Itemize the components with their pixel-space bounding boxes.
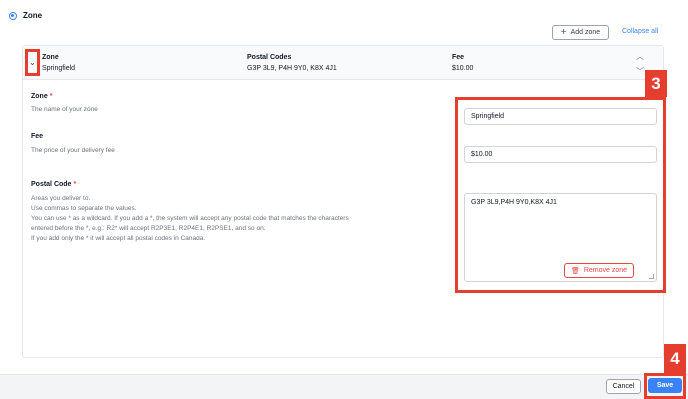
collapse-all-link[interactable]: Collapse all <box>622 28 658 35</box>
zone-column-value: Springfield <box>42 65 76 72</box>
add-zone-label: Add zone <box>570 29 601 36</box>
fee-column-value: $10.00 <box>452 65 474 72</box>
zone-field-label: Zone * <box>31 93 53 100</box>
move-up-icon[interactable]: ︿ <box>636 51 644 62</box>
chevron-down-icon: ⌄ <box>29 58 36 67</box>
required-mark: * <box>49 93 53 100</box>
radio-button[interactable] <box>9 11 17 20</box>
required-mark: * <box>73 181 77 188</box>
postal-codes-column-title: Postal Codes <box>247 54 292 61</box>
zone-column-title: Zone <box>42 54 59 61</box>
zone-field-help: The name of your zone <box>31 106 98 113</box>
fee-column-title: Fee <box>452 54 465 61</box>
save-button[interactable]: Save <box>648 378 682 393</box>
fee-field-help: The price of your delivery fee <box>31 147 115 154</box>
annotation-highlight-fields <box>455 97 666 293</box>
add-zone-button[interactable]: + Add zone <box>552 25 609 40</box>
zone-panel-header[interactable]: ⌄ Zone Springfield Postal Codes G3P 3L9,… <box>23 46 663 80</box>
expand-toggle[interactable]: ⌄ <box>25 49 40 76</box>
zone-radio-label: Zone <box>23 11 43 20</box>
annotation-badge-3: 3 <box>645 70 667 97</box>
postal-codes-column-value: G3P 3L9, P4H 9Y0, K8X 4J1 <box>247 65 337 72</box>
footer-bar <box>0 374 688 399</box>
postal-code-field-help: Areas you deliver to. Use commas to sepa… <box>31 195 349 242</box>
fee-field-label: Fee <box>31 133 44 140</box>
move-down-icon[interactable]: ﹀ <box>636 66 644 77</box>
annotation-badge-4: 4 <box>664 344 686 373</box>
plus-icon: + <box>560 26 567 38</box>
postal-code-field-label: Postal Code * <box>31 181 77 188</box>
zone-radio-option[interactable]: Zone <box>9 11 42 20</box>
cancel-button[interactable]: Cancel <box>606 379 641 394</box>
